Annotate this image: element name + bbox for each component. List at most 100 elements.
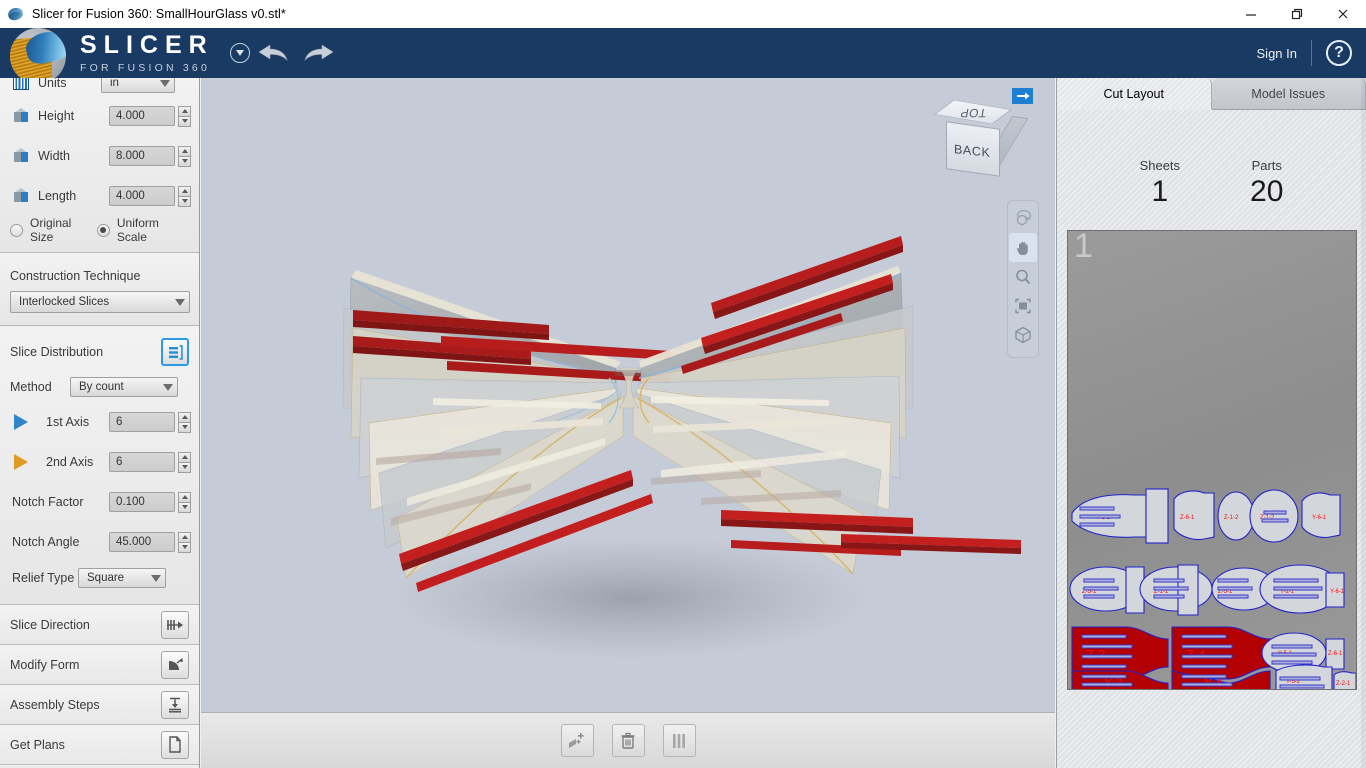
modify-form-icon[interactable] bbox=[161, 650, 189, 679]
length-stepper[interactable] bbox=[178, 185, 191, 207]
first-axis-stepper[interactable] bbox=[178, 411, 191, 433]
assembly-steps-icon[interactable] bbox=[161, 690, 189, 719]
stat-parts-label: Parts bbox=[1251, 158, 1282, 173]
sidebar-section-assembly-steps[interactable]: Assembly Steps bbox=[0, 685, 199, 725]
notch-factor-label: Notch Factor bbox=[12, 495, 84, 509]
notch-factor-stepper[interactable] bbox=[178, 491, 191, 513]
length-label: Length bbox=[38, 189, 77, 203]
stat-sheets-label: Sheets bbox=[1139, 158, 1181, 173]
length-icon bbox=[8, 188, 34, 204]
slice-direction-icon[interactable] bbox=[161, 610, 189, 639]
width-stepper[interactable] bbox=[178, 145, 191, 167]
restore-button[interactable] bbox=[1274, 0, 1320, 28]
add-slice-button[interactable] bbox=[560, 724, 594, 757]
stat-sheets-value: 1 bbox=[1151, 175, 1169, 208]
get-plans-label: Get Plans bbox=[10, 737, 65, 752]
undo-button[interactable] bbox=[250, 28, 296, 78]
units-icon bbox=[8, 78, 34, 90]
method-label: Method bbox=[10, 380, 52, 394]
brand-title: SLICER bbox=[80, 30, 214, 59]
orbit-tool-icon[interactable] bbox=[1009, 204, 1037, 233]
minimize-button[interactable] bbox=[1228, 0, 1274, 28]
units-value: in bbox=[110, 78, 119, 89]
first-axis-label: 1st Axis bbox=[46, 415, 90, 429]
app-header: SLICER FOR FUSION 360 Sign In ? bbox=[0, 28, 1366, 84]
height-icon bbox=[8, 108, 34, 124]
second-axis-stepper[interactable] bbox=[178, 451, 191, 473]
part-label: Y-6-1 bbox=[1312, 515, 1327, 521]
sidebar-section-slice-direction[interactable]: Slice Direction bbox=[0, 605, 199, 645]
method-row: Method By count bbox=[0, 372, 199, 402]
sidebar-section-modify-form[interactable]: Modify Form bbox=[0, 645, 199, 685]
notch-factor-input[interactable]: 0.100 bbox=[109, 492, 175, 512]
notch-angle-stepper[interactable] bbox=[178, 531, 191, 553]
first-axis-input[interactable]: 6 bbox=[109, 412, 175, 432]
part-label: Y-6-1 bbox=[1330, 589, 1345, 595]
uniform-scale-radio[interactable] bbox=[96, 223, 110, 237]
get-plans-icon[interactable] bbox=[161, 730, 189, 759]
pan-tool-icon[interactable] bbox=[1009, 233, 1037, 262]
length-input[interactable]: 4.000 bbox=[109, 186, 175, 206]
height-stepper[interactable] bbox=[178, 105, 191, 127]
part-label: Z-2-1 bbox=[1336, 681, 1351, 687]
stat-sheets: Sheets 1 bbox=[1140, 158, 1180, 209]
tab-model-issues[interactable]: Model Issues bbox=[1211, 78, 1366, 110]
sidebar-section-get-plans[interactable]: Get Plans bbox=[0, 725, 199, 765]
chevron-down-icon[interactable] bbox=[229, 43, 250, 63]
layout-stats: Sheets 1 Parts 20 bbox=[1057, 110, 1366, 209]
notch-factor-row: Notch Factor 0.100 bbox=[0, 482, 199, 522]
cut-sheet[interactable]: 1 Y-2-2 Z-6-1 bbox=[1067, 230, 1357, 690]
stat-parts: Parts 20 bbox=[1250, 158, 1283, 209]
model-render bbox=[342, 236, 1021, 660]
sign-in-link[interactable]: Sign In bbox=[1257, 46, 1297, 61]
relief-type-row: Relief Type Square bbox=[0, 562, 199, 594]
title-bar: Slicer for Fusion 360: SmallHourGlass v0… bbox=[0, 0, 1366, 28]
view-cube-tool-icon[interactable] bbox=[1009, 320, 1037, 349]
height-row: Height 4.000 bbox=[0, 96, 199, 136]
method-select[interactable]: By count bbox=[70, 377, 178, 397]
cut-layout-parts[interactable]: Y-2-2 Z-6-1 Z-1-2 Z-1-2 Y-6-1 Z-5-1 Z-1-… bbox=[1068, 231, 1357, 690]
slice-distribution-header: Slice Distribution bbox=[0, 330, 199, 372]
width-icon bbox=[8, 148, 34, 164]
relief-type-value: Square bbox=[87, 572, 125, 584]
size-group: Units in Height 4.000 Width 8.000 Length… bbox=[0, 78, 199, 253]
right-panel-scrollbar[interactable] bbox=[1361, 78, 1366, 768]
right-panel: Cut Layout Model Issues Sheets 1 Parts 2… bbox=[1056, 78, 1366, 768]
second-axis-input[interactable]: 6 bbox=[109, 452, 175, 472]
brand-subtitle: FOR FUSION 360 bbox=[80, 61, 210, 74]
notch-angle-input[interactable]: 45.000 bbox=[109, 532, 175, 552]
tab-cut-layout[interactable]: Cut Layout bbox=[1057, 78, 1212, 110]
height-input[interactable]: 4.000 bbox=[109, 106, 175, 126]
slicer-logo bbox=[8, 28, 68, 84]
scale-mode-row: Original Size Uniform Scale bbox=[0, 216, 199, 244]
method-value: By count bbox=[79, 381, 124, 393]
assembly-steps-label: Assembly Steps bbox=[10, 697, 100, 712]
stat-parts-value: 20 bbox=[1250, 175, 1284, 208]
viewport-tool-strip bbox=[1007, 200, 1039, 358]
viewport-bottom-toolbar bbox=[201, 712, 1055, 768]
units-row: Units in bbox=[0, 78, 199, 96]
3d-viewport[interactable]: TOP BACK bbox=[201, 78, 1055, 712]
construction-technique-title: Construction Technique bbox=[10, 269, 141, 283]
relief-type-label: Relief Type bbox=[12, 571, 75, 585]
uniform-scale-label: Uniform Scale bbox=[116, 216, 159, 244]
redo-button[interactable] bbox=[296, 28, 342, 78]
slice-direction-label: Slice Direction bbox=[10, 617, 90, 632]
help-icon[interactable]: ? bbox=[1326, 40, 1352, 66]
second-axis-icon bbox=[8, 454, 34, 470]
fit-tool-icon[interactable] bbox=[1009, 291, 1037, 320]
slice-distribution-icon[interactable] bbox=[161, 338, 189, 366]
construction-technique-select[interactable]: Interlocked Slices bbox=[10, 291, 190, 313]
second-axis-row: 2nd Axis 6 bbox=[0, 442, 199, 482]
construction-group: Construction Technique Interlocked Slice… bbox=[0, 253, 199, 326]
units-select[interactable]: in bbox=[101, 78, 175, 93]
width-input[interactable]: 8.000 bbox=[109, 146, 175, 166]
original-size-radio[interactable] bbox=[10, 223, 23, 237]
slice-manager-button[interactable] bbox=[662, 724, 696, 757]
zoom-tool-icon[interactable] bbox=[1009, 262, 1037, 291]
slice-distribution-group: Slice Distribution Method By count 1st A… bbox=[0, 326, 199, 605]
delete-slice-button[interactable] bbox=[611, 724, 645, 757]
slice-distribution-title: Slice Distribution bbox=[10, 345, 104, 359]
relief-type-select[interactable]: Square bbox=[78, 568, 166, 588]
close-button[interactable] bbox=[1320, 0, 1366, 28]
